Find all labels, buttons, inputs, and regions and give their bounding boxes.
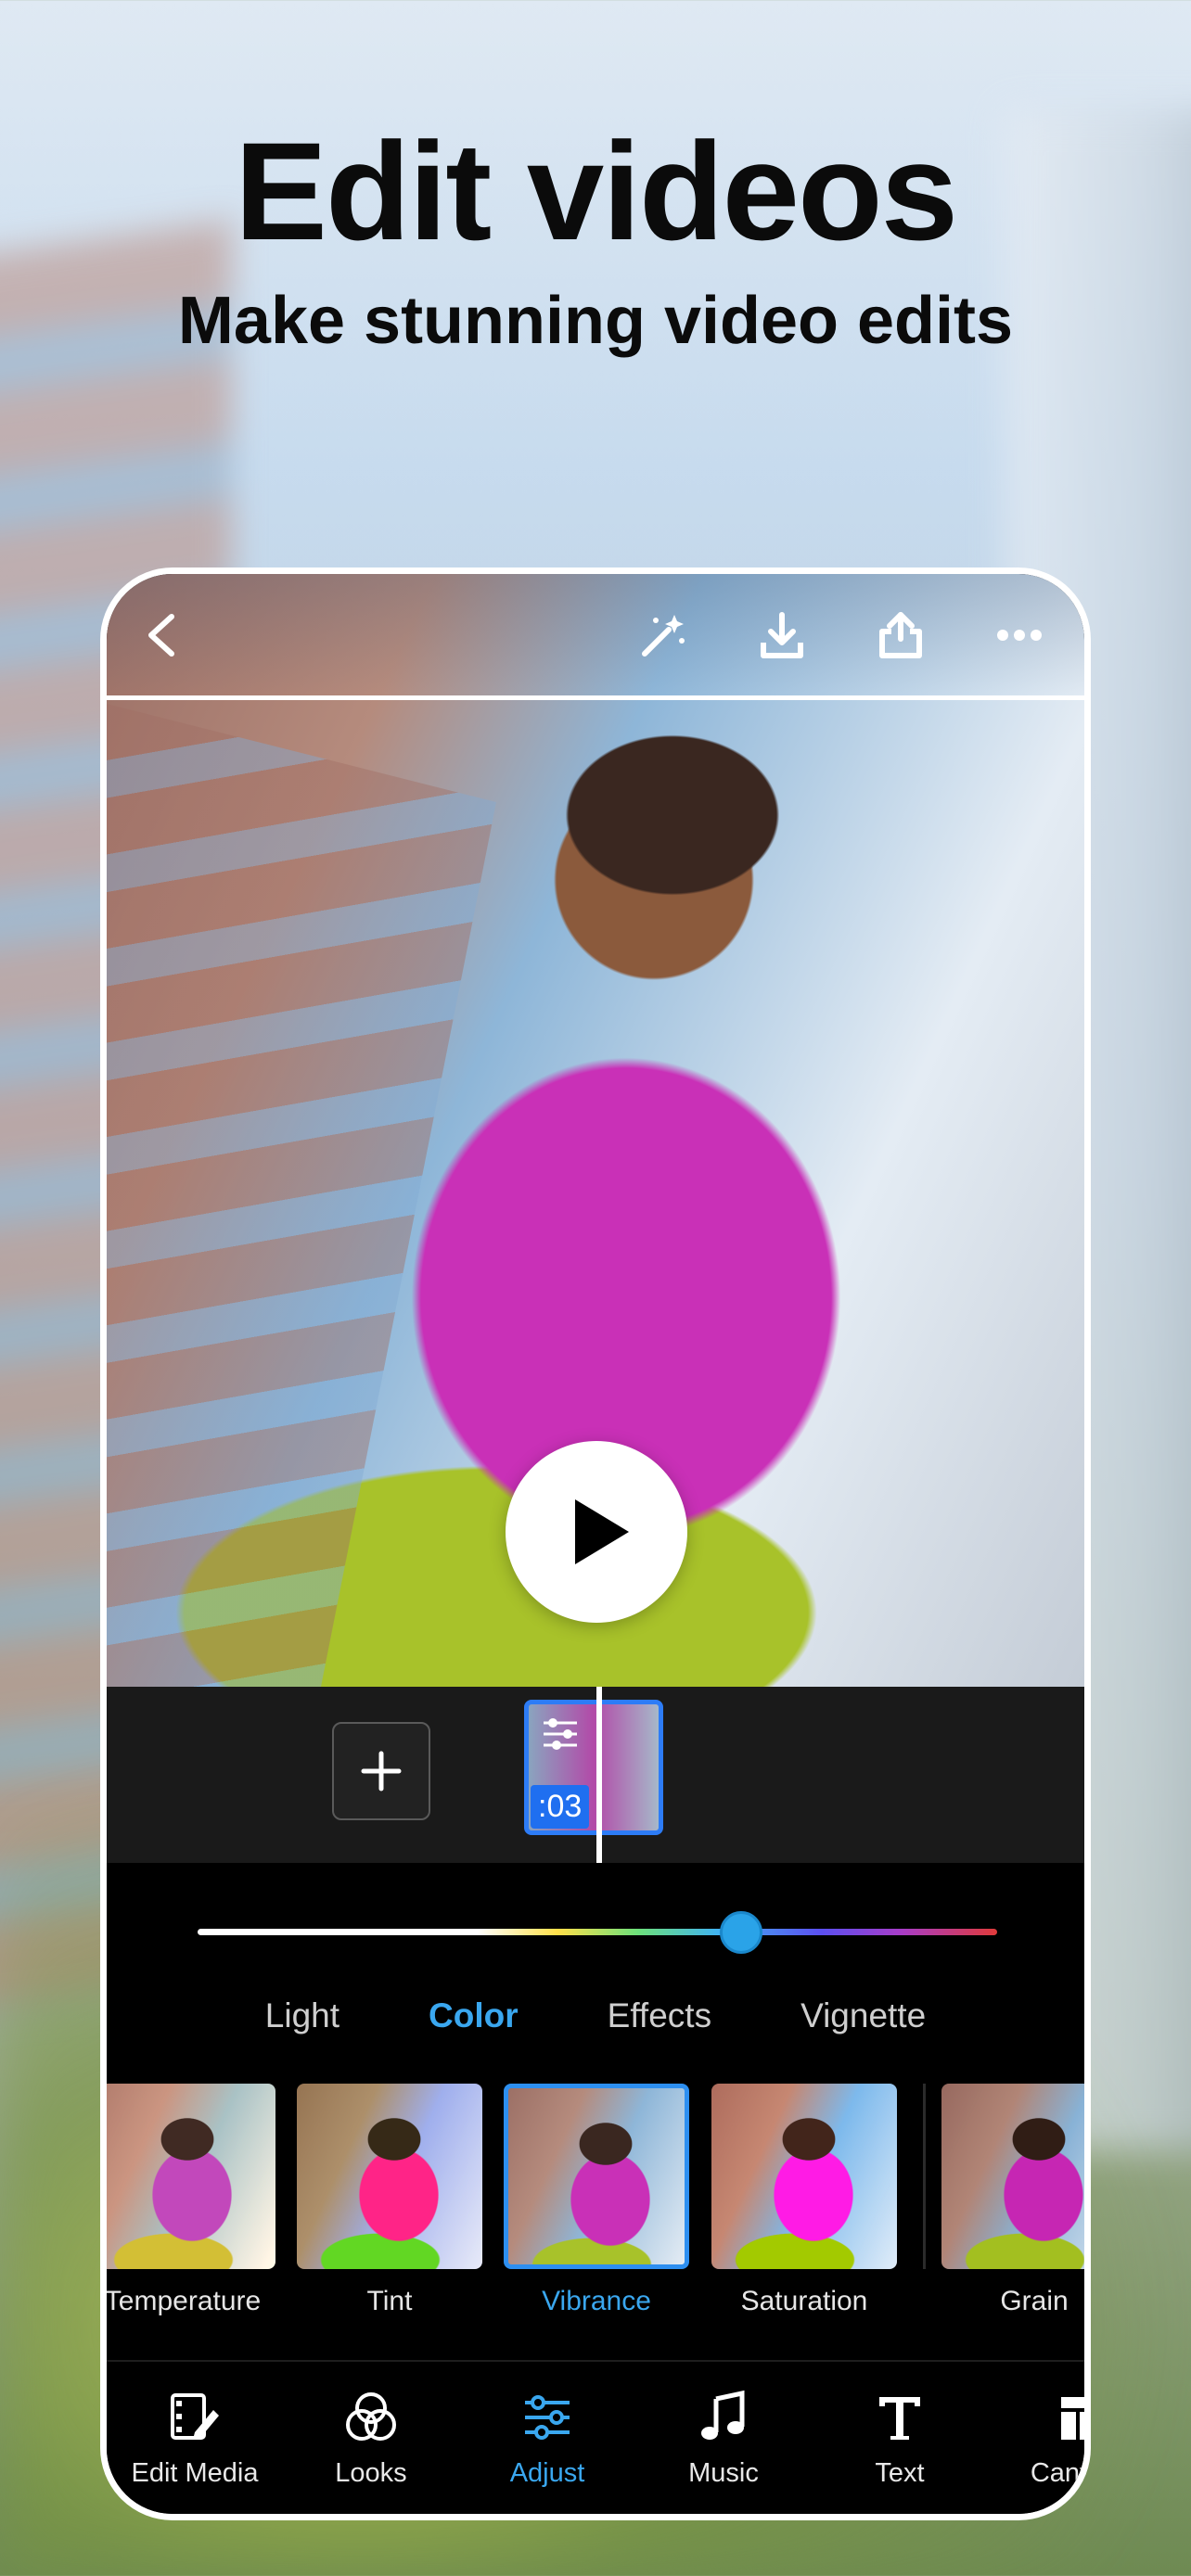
color-slider-track[interactable]: [198, 1929, 997, 1935]
nav-label: Looks: [335, 2458, 407, 2488]
preset-strip: Temperature Tint Vibrance Saturation Gra…: [107, 2084, 1084, 2339]
tab-effects[interactable]: Effects: [563, 1996, 756, 2035]
tab-light[interactable]: Light: [221, 1996, 384, 2035]
video-clip[interactable]: :03: [524, 1700, 663, 1835]
preset-temperature[interactable]: Temperature: [104, 2084, 275, 2325]
text-icon: [879, 2397, 920, 2440]
preset-thumbnail: [297, 2084, 482, 2269]
video-preview[interactable]: [107, 574, 1084, 1687]
preset-label: Vibrance: [542, 2286, 651, 2316]
preset-thumbnail: [107, 2084, 275, 2269]
preset-label: Grain: [1000, 2286, 1069, 2316]
nav-looks[interactable]: Looks: [283, 2362, 459, 2489]
film-edit-icon: [171, 2393, 219, 2440]
timeline[interactable]: :03: [107, 1687, 1084, 1863]
nav-music[interactable]: Music: [635, 2362, 812, 2489]
preset-label: Saturation: [740, 2286, 868, 2316]
headline-title: Edit videos: [234, 113, 958, 269]
nav-canvas[interactable]: Canvas: [988, 2362, 1084, 2489]
preset-grain[interactable]: Grain: [941, 2084, 1084, 2325]
share-icon[interactable]: [875, 609, 927, 661]
nav-adjust[interactable]: Adjust: [459, 2362, 635, 2489]
preset-thumbnail: [711, 2084, 897, 2269]
add-clip-button[interactable]: [332, 1722, 430, 1820]
adjust-indicator-icon: [540, 1714, 581, 1759]
phone-frame: :03 Light Color Effects Vignette Tempera…: [100, 567, 1091, 2520]
nav-text[interactable]: Text: [812, 2362, 988, 2489]
canvas-icon: [1061, 2397, 1084, 2440]
tab-vignette[interactable]: Vignette: [756, 1996, 970, 2035]
bottom-nav: Edit Media Looks Adjust Music Text Can: [107, 2360, 1084, 2514]
top-bar: [107, 574, 1084, 700]
preset-label: Temperature: [104, 2286, 262, 2316]
preset-saturation[interactable]: Saturation: [711, 2084, 897, 2325]
nav-edit-media[interactable]: Edit Media: [107, 2362, 283, 2489]
nav-label: Adjust: [509, 2458, 585, 2488]
preset-thumbnail: [504, 2084, 689, 2269]
sliders-icon: [525, 2395, 570, 2440]
preset-thumbnail: [941, 2084, 1084, 2269]
play-button[interactable]: [506, 1441, 687, 1623]
nav-label: Canvas: [1030, 2458, 1084, 2488]
back-icon[interactable]: [138, 607, 185, 663]
music-note-icon: [701, 2390, 745, 2440]
preset-vibrance[interactable]: Vibrance: [504, 2084, 689, 2325]
preset-label: Tint: [366, 2286, 413, 2316]
adjust-panel: Light Color Effects Vignette Temperature…: [107, 1863, 1084, 2514]
plus-icon: [361, 1751, 402, 1792]
playhead[interactable]: [596, 1687, 602, 1863]
color-slider-knob[interactable]: [720, 1911, 763, 1954]
headline-subtitle: Make stunning video edits: [177, 284, 1014, 358]
tab-color[interactable]: Color: [384, 1996, 563, 2035]
nav-label: Music: [688, 2458, 759, 2488]
more-icon[interactable]: [993, 626, 1045, 644]
preset-tint[interactable]: Tint: [297, 2084, 482, 2325]
adjust-tabs: Light Color Effects Vignette: [107, 1974, 1084, 2058]
preview-building: [107, 704, 496, 1687]
nav-label: Text: [875, 2458, 925, 2488]
magic-wand-icon[interactable]: [637, 609, 689, 661]
preset-divider: [923, 2084, 926, 2269]
download-icon[interactable]: [756, 609, 808, 661]
looks-circles-icon: [346, 2392, 396, 2441]
play-icon: [575, 1499, 629, 1564]
clip-duration-badge: :03: [531, 1785, 590, 1829]
nav-label: Edit Media: [131, 2458, 259, 2488]
